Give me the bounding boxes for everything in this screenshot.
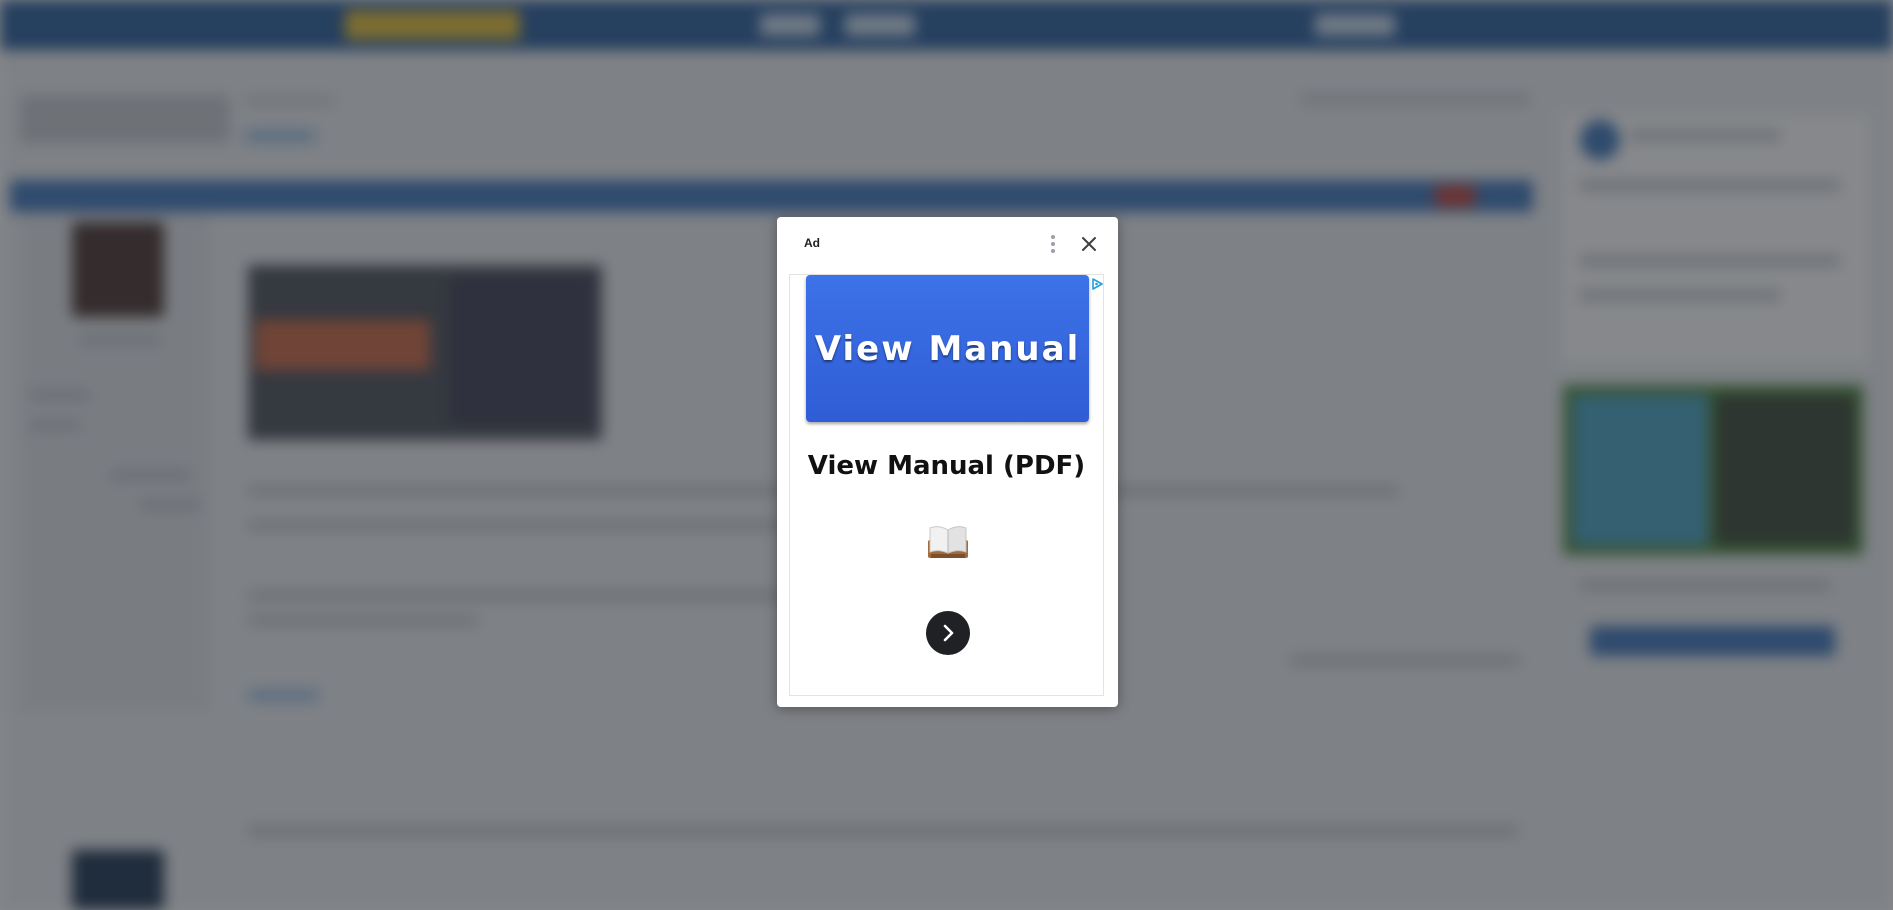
view-manual-banner-button[interactable]: View Manual — [806, 275, 1089, 422]
banner-text: View Manual — [814, 328, 1081, 369]
adchoices-icon[interactable] — [1090, 277, 1104, 291]
ad-content[interactable]: View Manual View Manual (PDF) — [789, 274, 1104, 696]
open-book-icon — [926, 518, 970, 562]
next-button[interactable] — [926, 611, 970, 655]
more-vertical-icon[interactable] — [1041, 232, 1065, 256]
ad-headline[interactable]: View Manual (PDF) — [790, 451, 1103, 481]
chevron-right-icon — [943, 624, 954, 642]
ad-modal: Ad View Manual View Manual (PDF) — [777, 217, 1118, 707]
ad-label: Ad — [804, 236, 820, 250]
close-icon[interactable] — [1077, 232, 1101, 256]
